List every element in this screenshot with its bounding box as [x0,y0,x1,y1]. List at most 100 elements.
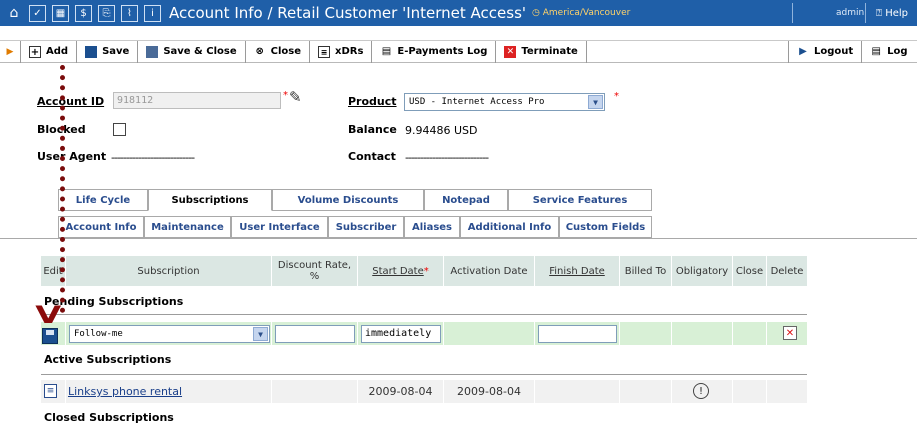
contact-label: Contact [348,150,396,163]
help-label: Help [885,7,908,19]
save-button[interactable]: Save [76,40,137,63]
user-agent-value: ---------------------------- [111,151,195,164]
details-icon[interactable]: ≡ [44,384,57,398]
col-subscription: Subscription [66,256,272,286]
logout-label: Logout [814,46,854,57]
required-mark: * [423,265,429,277]
tab-user-interface[interactable]: User Interface [231,216,328,238]
subscription-link[interactable]: Linksys phone rental [68,385,182,398]
start-date-input[interactable]: immediately [361,325,441,343]
delete-icon[interactable]: ✕ [783,326,797,340]
table-cell [272,380,358,403]
info-icon: i [144,4,161,22]
col-discount-rate: Discount Rate, % [272,256,358,286]
home-icon[interactable]: ⌂ [5,5,23,22]
table-cell [444,322,535,345]
tab-subscriptions[interactable]: Subscriptions [148,189,272,211]
table-cell [733,380,767,403]
table-cell [733,322,767,345]
balance-value: 9.94486 USD [405,124,478,137]
active-subscriptions-title: Active Subscriptions [44,353,172,366]
close-label: Close [270,46,302,57]
annotation-arrow-icon: V [35,301,62,329]
log-label: Log [887,46,908,57]
col-close: Close [733,256,767,286]
chevron-down-icon: ▼ [253,327,268,341]
chart-icon[interactable]: ⌇ [121,4,138,22]
add-button[interactable]: + Add [20,40,76,63]
subscription-value: Follow-me [74,329,123,339]
tab-aliases[interactable]: Aliases [404,216,460,238]
table-cell [672,322,733,345]
col-delete: Delete [767,256,807,286]
play-icon: ▶ [6,46,14,57]
col-billed-to: Billed To [620,256,672,286]
edit-pencil-icon[interactable]: ✎ [289,88,302,106]
tab-custom-fields[interactable]: Custom Fields [559,216,652,238]
chevron-down-icon: ▼ [588,95,603,109]
tab-life-cycle[interactable]: Life Cycle [58,189,148,211]
finish-date-input[interactable] [538,325,617,343]
finish-date-link[interactable]: Finish Date [549,266,605,277]
balance-label: Balance [348,123,397,136]
epayments-button[interactable]: ▤ E-Payments Log [371,40,495,63]
save-close-button[interactable]: Save & Close [137,40,244,63]
col-activation-date: Activation Date [444,256,535,286]
tab-volume-discounts[interactable]: Volume Discounts [272,189,424,211]
logout-icon: ▶ [799,45,807,57]
product-value: USD - Internet Access Pro [409,97,545,107]
terminate-label: Terminate [521,46,578,57]
product-label: Product [348,95,397,108]
close-button[interactable]: ⊗ Close [244,40,309,63]
annotation-dotted-line [60,65,65,313]
logout-button[interactable]: ▶ Logout [788,40,861,63]
col-start-date[interactable]: Start Date * [358,256,444,286]
log-button[interactable]: ▤ Log [861,40,915,63]
tab-subscriber[interactable]: Subscriber [328,216,404,238]
check-icon[interactable]: ✓ [29,4,46,22]
start-date-cell: 2009-08-04 [358,380,444,403]
divider [41,374,807,375]
help-link[interactable]: ⍰ Help [876,8,908,19]
tab-service-features[interactable]: Service Features [508,189,652,211]
log-icon: ▤ [871,45,881,57]
xdrs-button[interactable]: ≡ xDRs [309,40,371,63]
subscription-select[interactable]: Follow-me ▼ [69,325,270,343]
table-cell [620,322,672,345]
product-select[interactable]: USD - Internet Access Pro ▼ [404,93,605,111]
payment-icon: ▤ [381,45,392,57]
tab-account-info[interactable]: Account Info [58,216,144,238]
tab-additional-info[interactable]: Additional Info [460,216,559,238]
contact-value: ---------------------------- [405,151,489,164]
save-row-icon[interactable] [42,328,58,344]
disk-icon [146,45,159,58]
blocked-checkbox[interactable] [113,123,126,136]
doc-icon[interactable]: ⎘ [98,4,115,22]
discount-rate-input[interactable] [275,325,355,343]
terminate-icon: ✕ [504,45,517,58]
table-cell [767,380,807,403]
tab-maintenance[interactable]: Maintenance [144,216,231,238]
tab-notepad[interactable]: Notepad [424,189,508,211]
closed-subscriptions-title: Closed Subscriptions [44,411,174,424]
dollar-icon[interactable]: $ [75,4,92,22]
divider [0,238,917,239]
col-obligatory: Obligatory [672,256,733,286]
terminate-button[interactable]: ✕ Terminate [495,40,587,63]
close-icon: ⊗ [255,45,264,57]
plus-icon: + [29,45,41,58]
page-title: Account Info / Retail Customer 'Internet… [169,4,527,22]
toolbar: ▶ + Add Save Save & Close ⊗ Close ≡ xDRs ▤ E… [0,40,917,63]
grid-icon[interactable]: ▦ [52,4,69,22]
account-id-field: 918112 [113,92,281,109]
user-agent-label: User Agent [37,150,107,163]
disk-icon [85,45,98,58]
divider [41,314,807,315]
start-date-link[interactable]: Start Date [372,266,424,277]
list-icon: ≡ [318,45,331,58]
save-close-label: Save & Close [163,46,237,57]
required-mark: * [283,90,288,101]
col-finish-date[interactable]: Finish Date [535,256,620,286]
toolbar-right: ▶ Logout ▤ Log [788,40,916,63]
epayments-label: E-Payments Log [397,46,488,57]
